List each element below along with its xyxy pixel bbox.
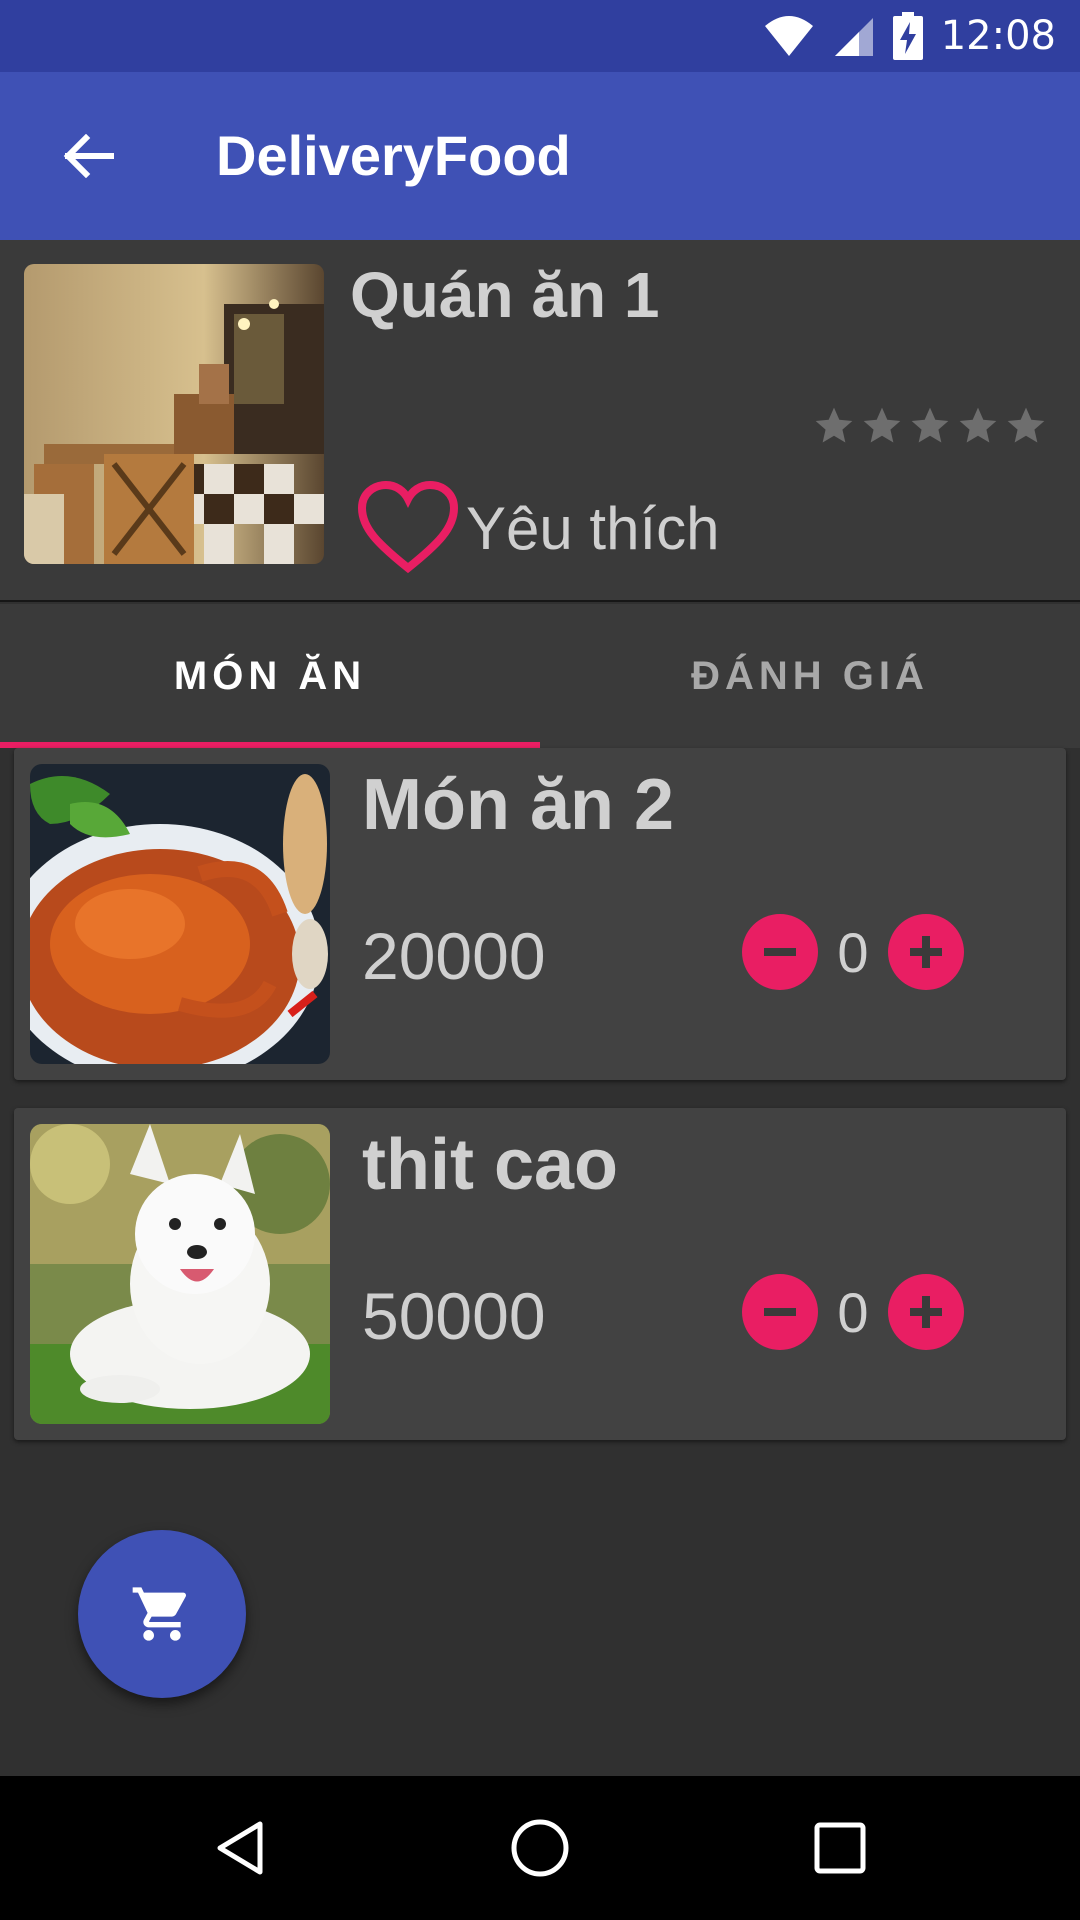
tab-dishes[interactable]: MÓN ĂN (0, 604, 540, 748)
nav-back-button[interactable] (190, 1798, 290, 1898)
navigation-bar (0, 1776, 1080, 1920)
food-photo (30, 1124, 330, 1424)
food-name: Món ăn 2 (362, 765, 675, 845)
rating-bar[interactable] (812, 404, 1048, 448)
app-bar: DeliveryFood (0, 72, 1080, 240)
wifi-icon (764, 16, 813, 56)
cart-icon (132, 1587, 187, 1641)
decrease-button[interactable] (742, 1274, 818, 1350)
star-icon[interactable] (860, 404, 904, 448)
arrow-back-icon (63, 134, 114, 178)
restaurant-name: Quán ăn 1 (350, 259, 660, 331)
plus-icon (910, 936, 942, 968)
minus-icon (764, 1308, 796, 1316)
status-bar: 12:08 (0, 0, 1080, 72)
back-triangle-icon (217, 1821, 263, 1875)
decrease-button[interactable] (742, 914, 818, 990)
quantity-stepper: 0 (742, 914, 964, 990)
food-price: 50000 (362, 1279, 546, 1353)
food-name: thit cao (362, 1125, 619, 1205)
recents-square-icon (814, 1822, 866, 1874)
star-icon[interactable] (908, 404, 952, 448)
minus-icon (764, 948, 796, 956)
food-item[interactable]: thit cao 50000 0 (14, 1108, 1066, 1440)
star-icon[interactable] (956, 404, 1000, 448)
app-title: DeliveryFood (216, 124, 571, 187)
quantity-stepper: 0 (742, 1274, 964, 1350)
restaurant-header: Quán ăn 1 Yêu thích (0, 240, 1080, 602)
food-item[interactable]: Món ăn 2 20000 0 (14, 748, 1066, 1080)
food-price: 20000 (362, 919, 546, 993)
signal-icon (834, 18, 873, 56)
food-photo (30, 764, 330, 1064)
favorite-label: Yêu thích (466, 494, 720, 562)
quantity-value: 0 (837, 1280, 869, 1344)
tab-bar: MÓN ĂN ĐÁNH GIÁ (0, 604, 1080, 748)
home-circle-icon (511, 1819, 569, 1877)
star-icon[interactable] (1004, 404, 1048, 448)
back-button[interactable] (44, 112, 132, 200)
status-time: 12:08 (940, 13, 1056, 59)
favorite-toggle[interactable]: Yêu thích (356, 480, 720, 576)
restaurant-photo (24, 264, 324, 564)
increase-button[interactable] (888, 914, 964, 990)
nav-recents-button[interactable] (790, 1798, 890, 1898)
battery-charging-icon (892, 12, 923, 60)
status-icons: 12:08 (763, 0, 1056, 72)
cart-button[interactable] (78, 1530, 246, 1698)
nav-home-button[interactable] (490, 1798, 590, 1898)
quantity-value: 0 (837, 920, 869, 984)
plus-icon (910, 1296, 942, 1328)
heart-outline-icon[interactable] (356, 480, 460, 576)
increase-button[interactable] (888, 1274, 964, 1350)
star-icon[interactable] (812, 404, 856, 448)
tab-reviews[interactable]: ĐÁNH GIÁ (540, 604, 1080, 748)
